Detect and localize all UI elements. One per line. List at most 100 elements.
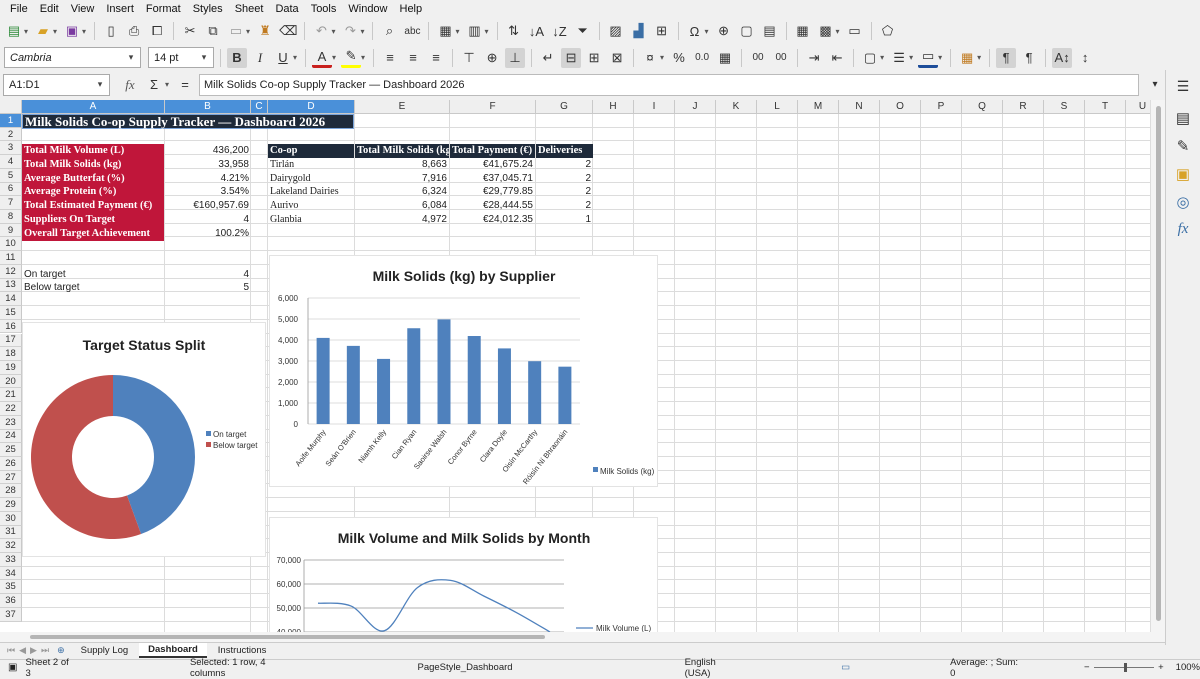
row-header[interactable]: 35 bbox=[0, 580, 22, 595]
coop-payment-cell[interactable]: €37,045.71 bbox=[450, 172, 535, 186]
kpi-value-average-butterfat[interactable]: 4.21% bbox=[165, 172, 251, 186]
conditional-format-dropdown-icon[interactable]: ▾ bbox=[977, 53, 981, 62]
headers-footers-icon[interactable]: ▤ bbox=[760, 21, 780, 41]
row-header[interactable]: 34 bbox=[0, 566, 22, 581]
menu-styles[interactable]: Styles bbox=[187, 3, 229, 15]
coop-solids-cell[interactable]: 4,972 bbox=[355, 213, 449, 227]
kpi-value-total-milk-solids[interactable]: 33,958 bbox=[165, 158, 251, 172]
kpi-value-suppliers-on-target[interactable]: 4 bbox=[165, 213, 251, 227]
coop-deliveries-cell[interactable]: 2 bbox=[536, 199, 593, 213]
border-style-icon[interactable]: ☰ bbox=[889, 48, 909, 68]
column-header[interactable]: E bbox=[355, 100, 450, 114]
row-header[interactable]: 31 bbox=[0, 525, 22, 540]
highlight-color-icon[interactable]: ✎ bbox=[341, 48, 362, 68]
text-direction-ltr-icon[interactable]: ¶ bbox=[996, 47, 1017, 68]
page-style[interactable]: PageStyle_Dashboard bbox=[418, 662, 513, 673]
menu-data[interactable]: Data bbox=[269, 3, 304, 15]
special-character-dropdown-icon[interactable]: ▾ bbox=[705, 27, 709, 36]
dashboard-title-cell[interactable]: Milk Solids Co-op Supply Tracker — Dashb… bbox=[22, 114, 354, 129]
tab-instructions[interactable]: Instructions bbox=[209, 644, 276, 657]
column-header[interactable]: S bbox=[1044, 100, 1085, 114]
horizontal-scrollbar[interactable] bbox=[0, 632, 1165, 642]
row-header[interactable]: 30 bbox=[0, 511, 22, 526]
increase-indent-icon[interactable]: ⇥ bbox=[804, 48, 824, 68]
coop-solids-cell[interactable]: 8,663 bbox=[355, 158, 449, 172]
row-header[interactable]: 15 bbox=[0, 306, 22, 320]
borders-dropdown-icon[interactable]: ▾ bbox=[880, 53, 884, 62]
kpi-label-suppliers-on-target[interactable]: Suppliers On Target bbox=[22, 213, 164, 227]
find-replace-icon[interactable]: ⌕ bbox=[379, 21, 399, 41]
coop-header-deliveries[interactable]: Deliveries bbox=[536, 144, 593, 158]
column-header[interactable]: R bbox=[1003, 100, 1044, 114]
font-color-dropdown-icon[interactable]: ▾ bbox=[332, 53, 336, 62]
column-header[interactable]: A bbox=[22, 100, 165, 114]
redo-icon[interactable]: ↷ bbox=[340, 21, 360, 41]
column-icon[interactable]: ▥ bbox=[465, 21, 485, 41]
column-header[interactable]: G bbox=[536, 100, 593, 114]
row-header[interactable]: 21 bbox=[0, 388, 22, 403]
select-all-corner[interactable] bbox=[0, 100, 22, 114]
formula-input[interactable]: Milk Solids Co-op Supply Tracker — Dashb… bbox=[199, 73, 1139, 96]
coop-solids-cell[interactable]: 6,084 bbox=[355, 199, 449, 213]
date-format-icon[interactable]: ▦ bbox=[715, 48, 735, 68]
delete-decimal-place-button[interactable]: 00 bbox=[771, 48, 791, 68]
styles-icon[interactable]: ✎ bbox=[1177, 137, 1190, 155]
number-format-button[interactable]: 0.0 bbox=[692, 48, 712, 68]
row-header[interactable]: 24 bbox=[0, 429, 22, 444]
coop-name-cell[interactable]: Lakeland Dairies bbox=[268, 185, 354, 199]
column-header[interactable]: H bbox=[593, 100, 634, 114]
pivot-table-icon[interactable]: ⊞ bbox=[652, 21, 672, 41]
function-wizard-button[interactable]: fx bbox=[120, 75, 140, 95]
align-left-icon[interactable]: ≡ bbox=[380, 48, 400, 68]
sort-icon[interactable]: ⇅ bbox=[504, 21, 524, 41]
formula-button[interactable]: = bbox=[175, 75, 195, 95]
sum-dropdown-icon[interactable]: ▾ bbox=[165, 80, 169, 89]
coop-name-cell[interactable]: Dairygold bbox=[268, 172, 354, 186]
column-header[interactable]: C bbox=[251, 100, 268, 114]
column-header[interactable]: J bbox=[675, 100, 716, 114]
autofilter-icon[interactable]: ⏷ bbox=[573, 21, 593, 41]
align-center-icon[interactable]: ≡ bbox=[403, 48, 423, 68]
column-header[interactable]: O bbox=[880, 100, 921, 114]
kpi-value-total-estimated-payment[interactable]: €160,957.69 bbox=[165, 199, 251, 213]
zoom-out-button[interactable]: − bbox=[1084, 662, 1090, 673]
column-header[interactable]: B bbox=[165, 100, 251, 114]
new-document-icon[interactable]: ▤ bbox=[4, 21, 24, 41]
coop-header-name[interactable]: Co-op bbox=[268, 144, 354, 158]
print-icon[interactable]: ⎙ bbox=[124, 21, 144, 41]
sort-descending-icon[interactable]: ↓Z bbox=[550, 21, 570, 41]
row-header[interactable]: 11 bbox=[0, 251, 22, 265]
column-header[interactable]: T bbox=[1085, 100, 1126, 114]
row-header[interactable]: 26 bbox=[0, 457, 22, 471]
row-header[interactable]: 4 bbox=[0, 155, 22, 169]
coop-solids-cell[interactable]: 7,916 bbox=[355, 172, 449, 186]
underline-dropdown-icon[interactable]: ▾ bbox=[293, 53, 297, 62]
sidebar-menu-icon[interactable]: ☰ bbox=[1177, 78, 1190, 95]
zoom-level[interactable]: 100% bbox=[1176, 662, 1200, 673]
selection-mode-icon[interactable]: ▭ bbox=[841, 662, 850, 673]
menu-edit[interactable]: Edit bbox=[34, 3, 65, 15]
align-right-icon[interactable]: ≡ bbox=[426, 48, 446, 68]
insert-chart-icon[interactable]: ▟ bbox=[629, 21, 649, 41]
menu-tools[interactable]: Tools bbox=[305, 3, 343, 15]
text-direction-rtl-icon[interactable]: ¶ bbox=[1019, 48, 1039, 68]
row-header[interactable]: 25 bbox=[0, 443, 22, 457]
row-header[interactable]: 36 bbox=[0, 594, 22, 608]
row-header[interactable]: 37 bbox=[0, 607, 22, 622]
row-header[interactable]: 18 bbox=[0, 347, 22, 361]
column-header[interactable]: M bbox=[798, 100, 839, 114]
row-header[interactable]: 32 bbox=[0, 539, 22, 553]
kpi-label-total-milk-solids[interactable]: Total Milk Solids (kg) bbox=[22, 158, 164, 172]
column-header[interactable]: P bbox=[921, 100, 962, 114]
save-dropdown-icon[interactable]: ▾ bbox=[82, 27, 86, 36]
status-value-below-target[interactable]: 5 bbox=[165, 281, 251, 295]
bold-button[interactable]: B bbox=[227, 47, 247, 68]
column-header[interactable]: K bbox=[716, 100, 757, 114]
column-header[interactable]: N bbox=[839, 100, 880, 114]
freeze-rows-columns-icon[interactable]: ▩ bbox=[816, 21, 836, 41]
gallery-icon[interactable]: ▣ bbox=[1176, 165, 1190, 183]
row-header[interactable]: 2 bbox=[0, 127, 22, 142]
kpi-value-total-milk-volume[interactable]: 436,200 bbox=[165, 144, 251, 158]
coop-deliveries-cell[interactable]: 1 bbox=[536, 213, 593, 227]
row-header[interactable]: 23 bbox=[0, 415, 22, 430]
